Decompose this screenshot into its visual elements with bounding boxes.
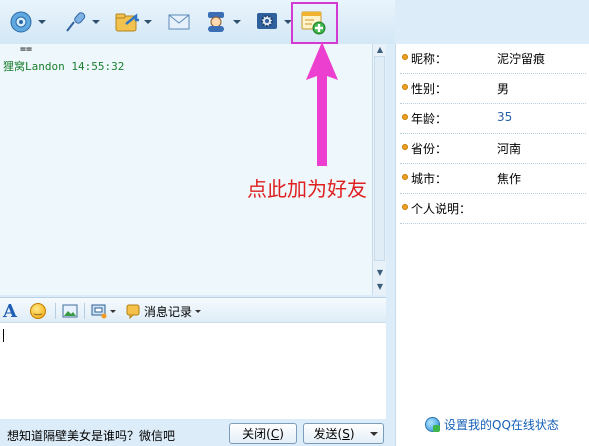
bullet-icon	[402, 114, 408, 120]
chat-message-sender: 狸窝Landon 14:55:32	[3, 60, 125, 73]
create-group-button[interactable]	[203, 6, 241, 38]
font-icon: A	[3, 300, 17, 322]
smile-icon: ‿	[30, 303, 46, 319]
chevron-down-icon	[369, 431, 378, 436]
info-label: 年龄：	[411, 112, 448, 126]
info-row-age: 年龄： 35	[400, 104, 586, 134]
send-image-button[interactable]	[62, 301, 78, 321]
info-row-gender: 性别： 男	[400, 74, 586, 104]
info-value: 泥泞留痕	[497, 52, 546, 66]
emoticon-button[interactable]: ‿	[30, 301, 46, 321]
add-friend-highlight-box	[291, 2, 338, 44]
message-record-button[interactable]: 消息记录	[125, 301, 202, 321]
scrollbar-thumb[interactable]	[374, 56, 385, 261]
annotation-text: 点此加为好友	[247, 177, 367, 201]
close-button[interactable]: 关闭(C)	[229, 423, 297, 444]
message-record-icon	[126, 304, 140, 319]
close-button-label: 关闭	[242, 427, 267, 441]
chevron-down-icon[interactable]	[144, 20, 152, 24]
bullet-icon	[402, 204, 408, 210]
chevron-down-icon[interactable]	[110, 309, 116, 313]
info-label: 城市：	[411, 172, 448, 186]
settings-button[interactable]	[254, 6, 292, 38]
bullet-icon	[402, 144, 408, 150]
bullet-icon	[402, 174, 408, 180]
info-row-city: 城市： 焦作	[400, 164, 586, 194]
info-row-province: 省份： 河南	[400, 134, 586, 164]
info-row-nickname: 昵称： 泥泞留痕	[400, 44, 586, 74]
send-file-button[interactable]	[114, 6, 152, 38]
set-online-status-label: 设置我的QQ在线状态	[444, 418, 559, 432]
info-label: 昵称：	[411, 52, 448, 66]
chat-message-text: ==	[20, 44, 33, 55]
info-value: 35	[497, 110, 513, 124]
send-options-button[interactable]	[364, 423, 384, 444]
chevron-down-icon[interactable]	[92, 20, 100, 24]
set-online-status-link[interactable]: 设置我的QQ在线状态	[425, 416, 559, 433]
send-file-icon	[114, 9, 140, 35]
toolbar-divider	[55, 303, 56, 319]
info-label: 个人说明：	[411, 202, 472, 216]
contact-info-panel: 昵称： 泥泞留痕 性别： 男 年龄： 35 省份： 河南 城市： 焦作 个人说明…	[395, 44, 589, 446]
video-call-button[interactable]	[8, 6, 46, 38]
voice-call-icon	[62, 9, 88, 35]
ad-link[interactable]: 想知道隔壁美女是谁吗？微信吧	[7, 427, 175, 444]
chevron-down-icon[interactable]	[38, 20, 46, 24]
send-button-label: 发送	[313, 427, 338, 441]
message-input[interactable]	[0, 323, 386, 419]
video-call-icon	[8, 9, 34, 35]
text-caret	[3, 329, 4, 342]
info-row-bio: 个人说明：	[400, 194, 586, 224]
info-value: 焦作	[497, 172, 522, 186]
send-button-key: S	[342, 426, 350, 441]
info-value: 河南	[497, 142, 522, 156]
bullet-icon	[402, 54, 408, 60]
toolbar-divider	[84, 303, 85, 319]
online-status-icon	[425, 417, 440, 432]
email-icon	[166, 9, 192, 35]
info-label: 性别：	[411, 82, 448, 96]
email-button[interactable]	[166, 6, 192, 38]
create-group-icon	[203, 9, 229, 35]
bullet-icon	[402, 84, 408, 90]
screenshot-button[interactable]	[91, 301, 116, 321]
image-icon	[62, 304, 78, 318]
scroll-down-icon[interactable]: ▼	[375, 268, 385, 278]
info-value: 男	[497, 82, 510, 96]
bottom-bar: 想知道隔壁美女是谁吗？微信吧 关闭(C) 发送(S)	[0, 419, 386, 446]
annotation-arrow	[306, 42, 338, 166]
chevron-down-icon[interactable]	[195, 309, 202, 313]
screenshot-icon	[91, 304, 107, 319]
send-button[interactable]: 发送(S)	[303, 423, 365, 444]
scroll-up-icon[interactable]: ▲	[375, 45, 385, 55]
message-record-label: 消息记录	[144, 304, 193, 319]
close-button-key: C	[270, 426, 280, 441]
voice-call-button[interactable]	[62, 6, 100, 38]
info-label: 省份：	[411, 142, 448, 156]
settings-icon	[254, 9, 280, 35]
scroll-bottom-icon[interactable]: ▼	[375, 282, 385, 292]
font-button[interactable]: A	[3, 300, 17, 322]
input-toolbar: A ‿ 消息记录	[0, 297, 386, 323]
chevron-down-icon[interactable]	[233, 20, 241, 24]
chat-scrollbar[interactable]: ▲ ▼ ▼	[372, 44, 386, 295]
